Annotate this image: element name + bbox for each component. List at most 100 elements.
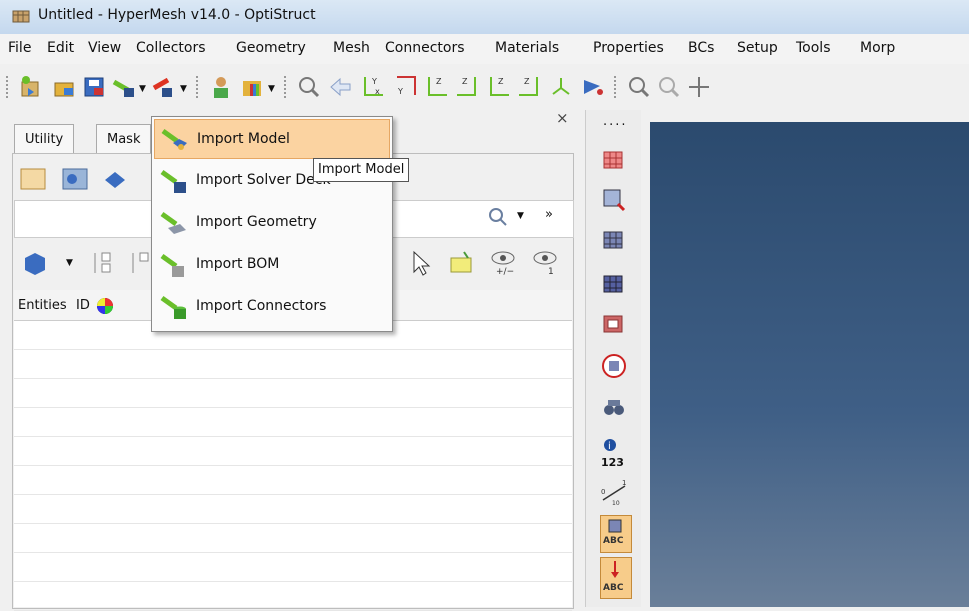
binoculars-icon[interactable]	[600, 394, 628, 422]
tab-utility[interactable]: Utility	[14, 124, 75, 155]
zoom-in-icon[interactable]	[656, 74, 682, 100]
isolate-folder-icon[interactable]	[448, 250, 476, 276]
show-hide-toggle-icon[interactable]: +/−	[488, 248, 518, 278]
scale-mid-label: 10	[612, 500, 620, 506]
view-top-icon[interactable]: Z	[486, 74, 512, 100]
menu-bar: File Edit View Collectors Geometry Mesh …	[0, 34, 969, 65]
open-model-icon[interactable]	[52, 74, 78, 100]
info-icon[interactable]: i	[603, 438, 617, 452]
toolbar-separator	[284, 76, 288, 98]
color-wheel-icon[interactable]	[96, 297, 114, 315]
pan-icon[interactable]	[686, 74, 712, 100]
import-dropdown-arrow[interactable]: ▼	[139, 84, 146, 94]
menu-properties[interactable]: Properties	[593, 40, 664, 56]
load-label-toggle[interactable]: ABC	[600, 557, 632, 599]
back-arrow-icon[interactable]	[328, 74, 354, 100]
shaded-elements-icon[interactable]	[600, 146, 628, 174]
element-grid-icon	[608, 519, 622, 533]
zoom-window-icon[interactable]	[296, 74, 322, 100]
view-user-icon[interactable]	[580, 74, 606, 100]
list-item[interactable]	[14, 437, 572, 466]
close-icon[interactable]: ×	[556, 109, 569, 127]
list-item[interactable]	[14, 553, 572, 582]
scale-icon[interactable]: 0 1 10	[600, 478, 628, 506]
menu-materials[interactable]: Materials	[495, 40, 559, 56]
toolbar-separator	[614, 76, 618, 98]
list-item[interactable]	[14, 466, 572, 495]
export-icon[interactable]	[152, 74, 178, 100]
menu-view[interactable]: View	[88, 40, 121, 56]
svg-text:+/−: +/−	[496, 267, 514, 277]
load-label-text: ABC	[603, 583, 624, 593]
feature-lines-icon[interactable]	[600, 270, 628, 298]
save-model-icon[interactable]	[82, 74, 108, 100]
search-icon[interactable]	[487, 206, 509, 228]
element-label-toggle[interactable]: ABC	[600, 515, 632, 553]
display-mode-icon[interactable]	[20, 248, 50, 278]
scale-bottom-label: 0	[601, 488, 605, 496]
menu-geometry[interactable]: Geometry	[236, 40, 306, 56]
transparency-icon[interactable]	[600, 352, 628, 380]
mesh-lines-icon[interactable]	[600, 310, 628, 338]
show-all-checklist-icon[interactable]	[92, 249, 120, 277]
show-only-icon[interactable]: 1	[530, 248, 560, 278]
view-back-icon[interactable]: Y	[392, 74, 418, 100]
menu-connectors[interactable]: Connectors	[385, 40, 465, 56]
list-item[interactable]	[14, 408, 572, 437]
window-title: Untitled - HyperMesh v14.0 - OptiStruct	[38, 7, 316, 23]
menu-import-bom[interactable]: Import BOM	[154, 245, 390, 285]
menu-collectors[interactable]: Collectors	[136, 40, 206, 56]
view-iso-icon[interactable]	[548, 74, 574, 100]
menu-mesh[interactable]: Mesh	[333, 40, 370, 56]
menu-setup[interactable]: Setup	[737, 40, 778, 56]
zoom-out-icon[interactable]	[626, 74, 652, 100]
new-model-icon[interactable]	[18, 74, 44, 100]
svg-text:1: 1	[548, 267, 554, 277]
svg-text:Z: Z	[498, 77, 504, 86]
export-dropdown-arrow[interactable]: ▼	[180, 84, 187, 94]
menu-item-label: Import Solver Deck	[196, 172, 331, 188]
shaded-edges-icon[interactable]	[600, 226, 628, 254]
view-right-icon[interactable]: Z	[454, 74, 480, 100]
pointer-select-icon[interactable]	[410, 250, 434, 276]
solver-browser-icon[interactable]	[100, 164, 130, 194]
list-item[interactable]	[14, 524, 572, 553]
svg-text:Z: Z	[462, 77, 468, 86]
load-arrow-icon	[611, 561, 619, 578]
menu-import-geometry[interactable]: Import Geometry	[154, 203, 390, 243]
menu-import-model[interactable]: Import Model	[154, 119, 390, 159]
svg-text:Z: Z	[524, 77, 530, 86]
user-profile-icon[interactable]	[208, 74, 234, 100]
menu-tools[interactable]: Tools	[796, 40, 831, 56]
import-icon[interactable]	[112, 74, 138, 100]
contour-dropdown-arrow[interactable]: ▼	[268, 84, 275, 94]
model-browser-icon[interactable]	[18, 164, 48, 194]
list-item[interactable]	[14, 495, 572, 524]
tab-mask[interactable]: Mask	[96, 124, 152, 155]
id-column-header[interactable]: ID	[76, 298, 90, 313]
svg-text:i: i	[608, 441, 611, 452]
menu-import-connectors[interactable]: Import Connectors	[154, 287, 390, 327]
display-mode-dropdown-arrow[interactable]: ▼	[66, 258, 73, 268]
entity-state-icon[interactable]	[60, 164, 90, 194]
list-item[interactable]	[14, 379, 572, 408]
search-dropdown-arrow[interactable]: ▼	[517, 211, 524, 221]
wireframe-elements-icon[interactable]	[600, 186, 628, 214]
view-bottom-icon[interactable]: Z	[516, 74, 542, 100]
contour-folder-icon[interactable]	[240, 74, 266, 100]
view-front-icon[interactable]: Yx	[360, 74, 386, 100]
menu-file[interactable]: File	[8, 40, 31, 56]
main-toolbar: ▼ ▼ ▼ Yx Y Z Z Z Z	[0, 64, 969, 110]
menu-bcs[interactable]: BCs	[688, 40, 714, 56]
menu-morph[interactable]: Morp	[860, 40, 895, 56]
expand-chevron-icon[interactable]: »	[545, 207, 553, 222]
list-item[interactable]	[14, 350, 572, 379]
menu-edit[interactable]: Edit	[47, 40, 74, 56]
app-icon	[12, 10, 30, 23]
menu-item-label: Import Model	[197, 131, 290, 147]
entities-column-header[interactable]: Entities	[18, 298, 67, 313]
graphics-viewport[interactable]	[650, 122, 969, 607]
entity-list[interactable]	[14, 321, 572, 611]
scale-top-label: 1	[622, 479, 626, 487]
view-left-icon[interactable]: Z	[424, 74, 450, 100]
